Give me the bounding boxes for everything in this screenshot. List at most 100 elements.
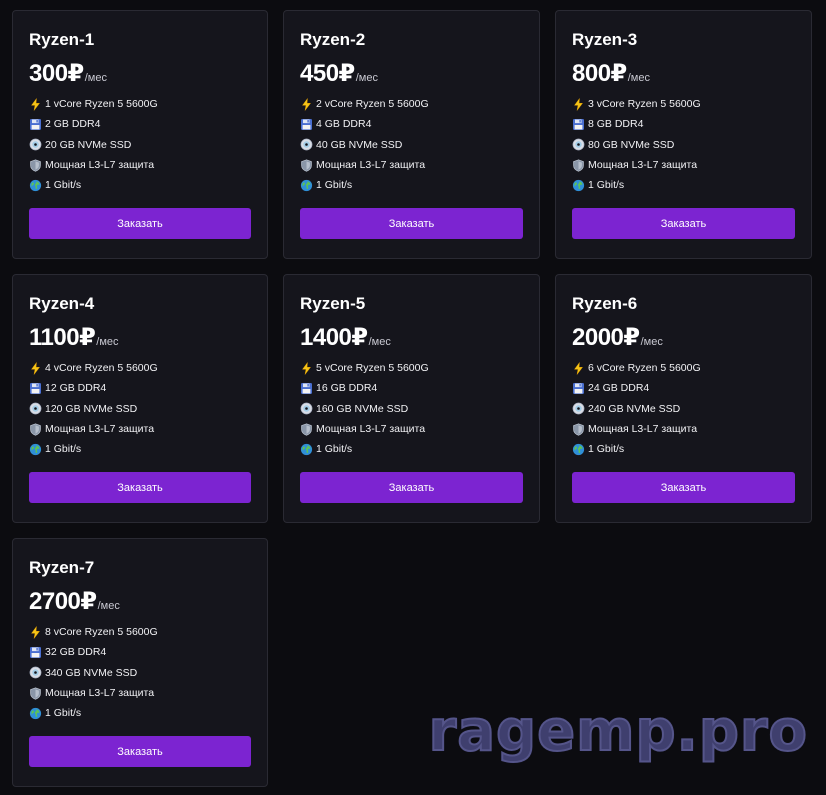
feature-text: 4 vCore Ryzen 5 5600G xyxy=(45,362,158,374)
disc-icon xyxy=(572,402,585,415)
shield-icon xyxy=(29,687,42,700)
feature-text: Мощная L3-L7 защита xyxy=(316,422,426,435)
order-button[interactable]: Заказать xyxy=(29,736,251,767)
order-button[interactable]: Заказать xyxy=(300,208,523,239)
plan-card: Ryzen-4 1100₽ /мес 4 vCore Ryzen 5 5600G… xyxy=(12,274,268,523)
feature-text: Мощная L3-L7 защита xyxy=(45,422,155,435)
globe-icon xyxy=(29,179,42,192)
pricing-page: Ryzen-1 300₽ /мес 1 vCore Ryzen 5 5600G 2… xyxy=(0,0,826,795)
feature-text: 20 GB NVMe SSD xyxy=(45,138,132,151)
price-period: /мес xyxy=(96,336,119,348)
lightning-icon xyxy=(29,97,42,111)
feature-list: 4 vCore Ryzen 5 5600G 12 GB DDR4 120 GB NV… xyxy=(29,358,251,459)
plan-card: Ryzen-5 1400₽ /мес 5 vCore Ryzen 5 5600G… xyxy=(283,274,540,523)
plan-card: Ryzen-1 300₽ /мес 1 vCore Ryzen 5 5600G 2… xyxy=(12,10,268,259)
plan-title: Ryzen-5 xyxy=(300,294,366,313)
feature-text: 80 GB NVMe SSD xyxy=(588,138,675,151)
plan-title: Ryzen-7 xyxy=(29,558,95,577)
globe-icon xyxy=(572,443,585,456)
feature-item: 1 Gbit/s xyxy=(572,175,795,195)
feature-item: 2 vCore Ryzen 5 5600G xyxy=(300,94,523,114)
feature-item: Мощная L3-L7 защита xyxy=(29,683,251,703)
price-row: 1400₽ /мес xyxy=(300,323,523,353)
plan-card: Ryzen-7 2700₽ /мес 8 vCore Ryzen 5 5600G… xyxy=(12,538,268,787)
feature-item: 3 vCore Ryzen 5 5600G xyxy=(572,94,795,114)
feature-text: 1 Gbit/s xyxy=(588,179,625,192)
feature-item: 240 GB NVMe SSD xyxy=(572,399,795,419)
feature-text: 6 vCore Ryzen 5 5600G xyxy=(588,362,701,374)
feature-item: 12 GB DDR4 xyxy=(29,378,251,398)
price-row: 800₽ /мес xyxy=(572,59,795,89)
feature-item: 1 Gbit/s xyxy=(29,703,251,723)
floppy-disk-icon xyxy=(572,118,585,131)
feature-text: 16 GB DDR4 xyxy=(316,382,378,395)
feature-list: 2 vCore Ryzen 5 5600G 4 GB DDR4 40 GB NVMe… xyxy=(300,94,523,195)
plan-card: Ryzen-3 800₽ /мес 3 vCore Ryzen 5 5600G 8… xyxy=(555,10,812,259)
feature-item: 32 GB DDR4 xyxy=(29,642,251,662)
feature-item: 8 GB DDR4 xyxy=(572,114,795,134)
feature-item: 4 vCore Ryzen 5 5600G xyxy=(29,358,251,378)
feature-text: 1 vCore Ryzen 5 5600G xyxy=(45,98,158,110)
order-button[interactable]: Заказать xyxy=(572,472,795,503)
feature-item: Мощная L3-L7 защита xyxy=(300,155,523,175)
feature-item: Мощная L3-L7 защита xyxy=(29,419,251,439)
plan-title: Ryzen-6 xyxy=(572,294,638,313)
feature-text: 8 GB DDR4 xyxy=(588,118,644,131)
plan-title: Ryzen-3 xyxy=(572,30,638,49)
feature-text: 160 GB NVMe SSD xyxy=(316,402,409,415)
feature-item: Мощная L3-L7 защита xyxy=(29,155,251,175)
price-period: /мес xyxy=(97,600,120,612)
watermark: ragemp.pro xyxy=(428,699,808,765)
feature-text: 2 vCore Ryzen 5 5600G xyxy=(316,98,429,110)
order-button[interactable]: Заказать xyxy=(300,472,523,503)
feature-item: 1 Gbit/s xyxy=(572,439,795,459)
lightning-icon xyxy=(29,625,42,639)
floppy-disk-icon xyxy=(29,118,42,131)
feature-text: 8 vCore Ryzen 5 5600G xyxy=(45,626,158,638)
shield-icon xyxy=(29,423,42,436)
lightning-icon xyxy=(300,361,313,375)
feature-text: Мощная L3-L7 защита xyxy=(588,158,698,171)
feature-item: 80 GB NVMe SSD xyxy=(572,135,795,155)
feature-list: 6 vCore Ryzen 5 5600G 24 GB DDR4 240 GB NV… xyxy=(572,358,795,459)
feature-text: 120 GB NVMe SSD xyxy=(45,402,138,415)
globe-icon xyxy=(300,443,313,456)
order-button[interactable]: Заказать xyxy=(29,208,251,239)
feature-text: 240 GB NVMe SSD xyxy=(588,402,681,415)
disc-icon xyxy=(29,402,42,415)
floppy-disk-icon xyxy=(29,382,42,395)
feature-item: 4 GB DDR4 xyxy=(300,114,523,134)
shield-icon xyxy=(300,159,313,172)
disc-icon xyxy=(29,138,42,151)
order-button[interactable]: Заказать xyxy=(29,472,251,503)
feature-text: Мощная L3-L7 защита xyxy=(588,422,698,435)
plan-card: Ryzen-2 450₽ /мес 2 vCore Ryzen 5 5600G 4… xyxy=(283,10,540,259)
shield-icon xyxy=(572,423,585,436)
feature-item: 340 GB NVMe SSD xyxy=(29,663,251,683)
plan-price: 1100₽ xyxy=(29,324,96,351)
feature-item: 1 Gbit/s xyxy=(300,175,523,195)
plan-price: 1400₽ xyxy=(300,324,368,351)
lightning-icon xyxy=(572,361,585,375)
feature-text: 24 GB DDR4 xyxy=(588,382,650,395)
feature-item: 1 Gbit/s xyxy=(29,439,251,459)
feature-item: 40 GB NVMe SSD xyxy=(300,135,523,155)
feature-list: 1 vCore Ryzen 5 5600G 2 GB DDR4 20 GB NVMe… xyxy=(29,94,251,195)
disc-icon xyxy=(300,138,313,151)
plan-card: Ryzen-6 2000₽ /мес 6 vCore Ryzen 5 5600G… xyxy=(555,274,812,523)
feature-item: 1 vCore Ryzen 5 5600G xyxy=(29,94,251,114)
price-row: 2700₽ /мес xyxy=(29,587,251,617)
feature-item: 120 GB NVMe SSD xyxy=(29,399,251,419)
floppy-disk-icon xyxy=(300,118,313,131)
feature-text: 32 GB DDR4 xyxy=(45,646,107,659)
plan-title: Ryzen-2 xyxy=(300,30,366,49)
feature-text: 4 GB DDR4 xyxy=(316,118,372,131)
feature-text: Мощная L3-L7 защита xyxy=(316,158,426,171)
plan-price: 800₽ xyxy=(572,60,627,87)
feature-text: 12 GB DDR4 xyxy=(45,382,107,395)
price-period: /мес xyxy=(640,336,663,348)
lightning-icon xyxy=(572,97,585,111)
order-button[interactable]: Заказать xyxy=(572,208,795,239)
feature-text: 40 GB NVMe SSD xyxy=(316,138,403,151)
feature-item: 1 Gbit/s xyxy=(29,175,251,195)
